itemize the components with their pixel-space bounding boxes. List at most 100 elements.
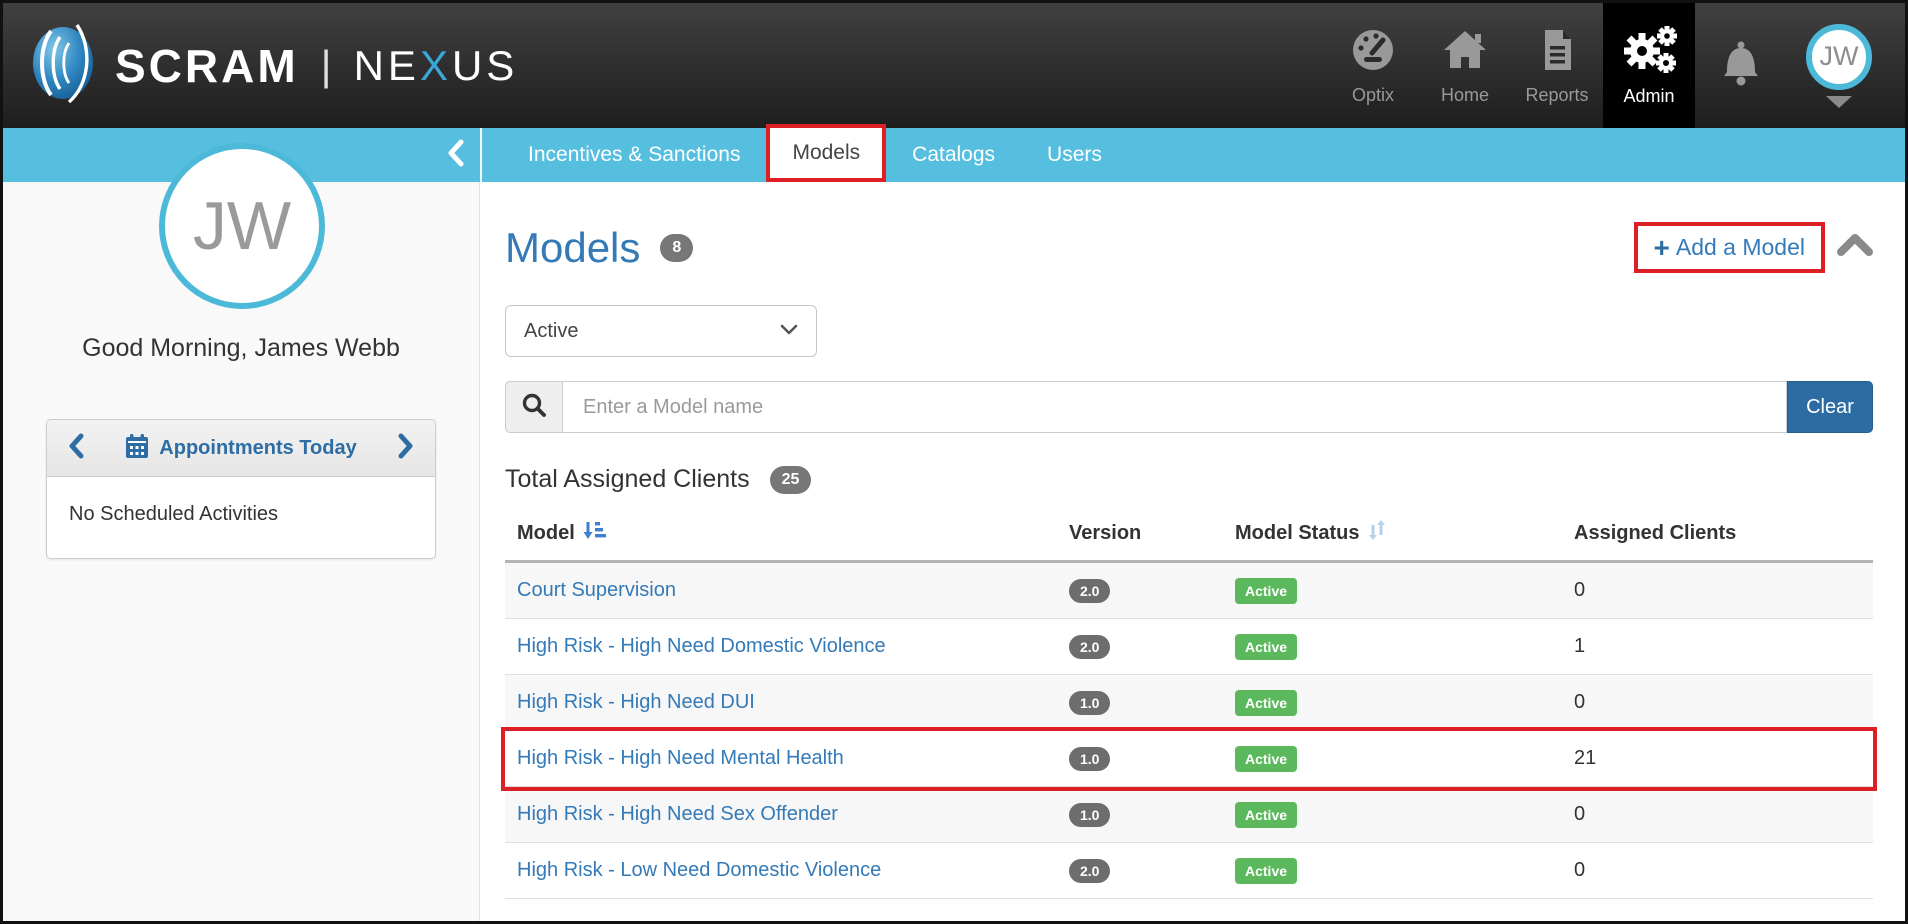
notifications-button[interactable] <box>1695 3 1787 128</box>
gauge-icon <box>1349 26 1397 79</box>
nav-item-home[interactable]: Home <box>1419 3 1511 128</box>
tab-catalogs[interactable]: Catalogs <box>886 128 1021 182</box>
home-icon <box>1441 26 1489 79</box>
column-header-model[interactable]: Model <box>517 520 1069 546</box>
version-badge: 2.0 <box>1069 859 1110 883</box>
previous-day-button[interactable] <box>67 433 85 464</box>
status-filter-value: Active <box>524 320 578 343</box>
nav-item-reports[interactable]: Reports <box>1511 3 1603 128</box>
tab-incentives-sanctions[interactable]: Incentives & Sanctions <box>502 128 766 182</box>
models-title-group: Models 8 <box>505 224 693 272</box>
models-table: Model Version <box>505 520 1873 899</box>
gears-icon <box>1621 25 1677 80</box>
assigned-clients-value: 0 <box>1574 691 1585 713</box>
status-badge: Active <box>1235 578 1297 604</box>
table-row: High Risk - High Need Mental Health 1.0 … <box>505 731 1873 787</box>
page-title: Models <box>505 224 640 272</box>
brand-nexus-x: X <box>420 42 452 89</box>
total-assigned-label: Total Assigned Clients <box>505 465 750 494</box>
model-name-link[interactable]: High Risk - High Need Mental Health <box>517 747 844 769</box>
appointments-card-header: Appointments Today <box>47 420 435 477</box>
add-model-button[interactable]: + Add a Model <box>1654 234 1806 261</box>
search-icon <box>521 392 547 423</box>
tab-users[interactable]: Users <box>1021 128 1128 182</box>
model-search-input[interactable] <box>563 381 1787 433</box>
sort-amount-icon <box>583 520 607 546</box>
bell-icon <box>1717 38 1765 93</box>
caret-down-icon <box>1826 96 1852 108</box>
content-area: JW Good Morning, James Webb <box>3 182 1905 924</box>
version-badge: 2.0 <box>1069 635 1110 659</box>
models-actions: + Add a Model <box>1634 222 1874 273</box>
clear-search-button[interactable]: Clear <box>1787 381 1873 433</box>
table-row: High Risk - High Need DUI 1.0 Active 0 <box>505 675 1873 731</box>
models-panel: Models 8 + Add a Model Active <box>480 182 1905 924</box>
status-badge: Active <box>1235 746 1297 772</box>
plus-icon: + <box>1654 238 1670 258</box>
models-title-row: Models 8 + Add a Model <box>505 222 1873 273</box>
version-badge: 1.0 <box>1069 747 1110 771</box>
model-name-link[interactable]: High Risk - High Need Sex Offender <box>517 803 838 825</box>
brand-divider: | <box>321 42 332 90</box>
version-badge: 1.0 <box>1069 691 1110 715</box>
nav-item-label: Admin <box>1623 86 1674 107</box>
collapse-panel-button[interactable] <box>1837 233 1873 262</box>
tab-models[interactable]: Models <box>766 124 886 182</box>
appointments-card: Appointments Today No Scheduled Activiti… <box>46 419 436 559</box>
nav-item-label: Reports <box>1525 85 1588 106</box>
sidebar: JW Good Morning, James Webb <box>3 182 480 924</box>
model-name-link[interactable]: High Risk - Low Need Domestic Violence <box>517 859 881 881</box>
status-badge: Active <box>1235 634 1297 660</box>
table-row: High Risk - Low Need Domestic Violence 2… <box>505 843 1873 899</box>
model-name-link[interactable]: Court Supervision <box>517 579 676 601</box>
appointments-empty-message: No Scheduled Activities <box>47 477 435 558</box>
document-icon <box>1533 26 1581 79</box>
assigned-clients-value: 21 <box>1574 747 1596 769</box>
subnav-divider <box>480 128 482 182</box>
model-name-link[interactable]: High Risk - High Need Domestic Violence <box>517 635 886 657</box>
total-assigned-row: Total Assigned Clients 25 <box>505 465 1873 494</box>
model-search-group: Clear <box>505 381 1873 433</box>
nav-item-admin[interactable]: Admin <box>1603 3 1695 128</box>
assigned-clients-value: 0 <box>1574 859 1585 881</box>
table-row: High Risk - High Need Sex Offender 1.0 A… <box>505 787 1873 843</box>
brand-logo: SCRAM | NEXUS <box>3 23 518 108</box>
models-table-header: Model Version <box>505 520 1873 563</box>
add-model-label: Add a Model <box>1676 234 1805 261</box>
user-menu[interactable]: JW <box>1787 3 1891 128</box>
column-header-assigned-clients: Assigned Clients <box>1574 520 1873 546</box>
appointments-title: Appointments Today <box>159 437 356 460</box>
column-header-model-status[interactable]: Model Status <box>1235 520 1574 546</box>
avatar-initials: JW <box>1820 41 1859 72</box>
calendar-icon <box>125 433 149 464</box>
status-badge: Active <box>1235 802 1297 828</box>
subnav-tabs: Incentives & Sanctions Models Catalogs U… <box>502 128 1128 182</box>
total-assigned-badge: 25 <box>770 466 812 494</box>
table-row: Court Supervision 2.0 Active 0 <box>505 563 1873 619</box>
sidebar-avatar-initials: JW <box>193 187 291 265</box>
chevron-down-icon <box>780 322 798 340</box>
search-icon-addon <box>505 381 563 433</box>
model-name-link[interactable]: High Risk - High Need DUI <box>517 691 755 713</box>
top-header-bar: SCRAM | NEXUS Optix <box>3 3 1905 128</box>
nav-item-label: Optix <box>1352 85 1394 106</box>
nav-item-optix[interactable]: Optix <box>1327 3 1419 128</box>
models-table-body: Court Supervision 2.0 Active 0 High Risk… <box>505 563 1873 899</box>
add-model-highlight-box: + Add a Model <box>1634 222 1826 273</box>
version-badge: 1.0 <box>1069 803 1110 827</box>
next-day-button[interactable] <box>397 433 415 464</box>
assigned-clients-value: 1 <box>1574 635 1585 657</box>
appointments-title-wrap: Appointments Today <box>125 433 356 464</box>
nav-item-label: Home <box>1441 85 1489 106</box>
models-count-badge: 8 <box>660 234 693 262</box>
brand-scram-text: SCRAM <box>115 39 299 93</box>
column-header-version: Version <box>1069 520 1235 546</box>
scram-sphere-icon <box>31 23 99 108</box>
status-filter-select[interactable]: Active <box>505 305 817 357</box>
avatar: JW <box>1806 24 1872 90</box>
brand-nexus-text: NEXUS <box>354 42 519 90</box>
top-navigation: Optix Home <box>1327 3 1905 128</box>
status-badge: Active <box>1235 690 1297 716</box>
collapse-sidebar-icon[interactable] <box>446 139 466 172</box>
version-badge: 2.0 <box>1069 579 1110 603</box>
